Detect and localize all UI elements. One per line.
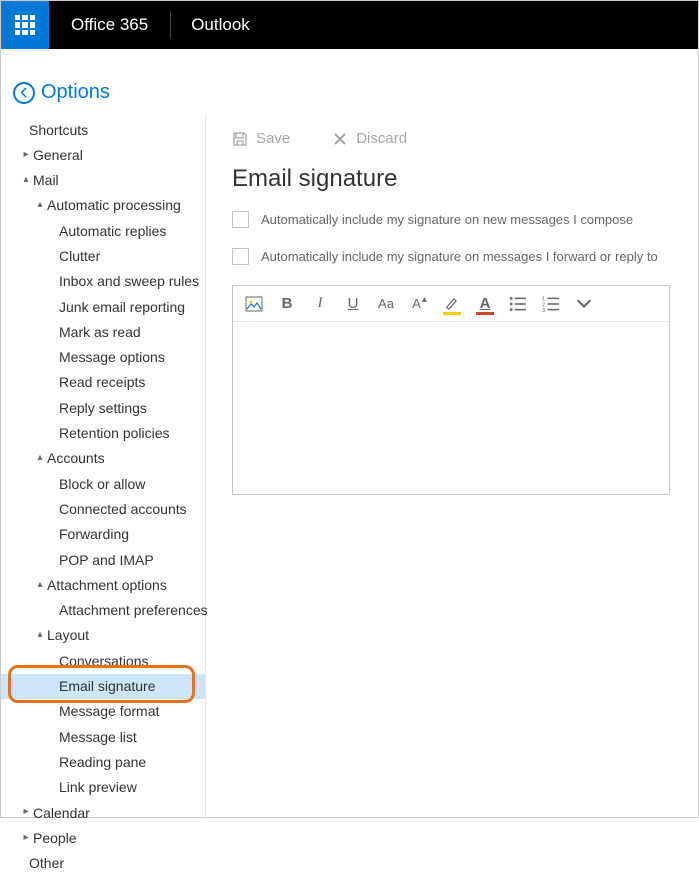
sidebar-item-read-receipts[interactable]: Read receipts bbox=[1, 370, 205, 395]
caret-down-icon: ▴ bbox=[35, 451, 45, 466]
sidebar-item-people[interactable]: ▸People bbox=[1, 825, 205, 850]
bulleted-list-button[interactable] bbox=[509, 295, 527, 313]
sidebar-item-conversations[interactable]: Conversations bbox=[1, 648, 205, 673]
save-icon bbox=[232, 131, 248, 147]
back-arrow-icon bbox=[13, 82, 35, 104]
signature-textarea[interactable] bbox=[233, 322, 669, 494]
sidebar-group-layout[interactable]: ▴Layout bbox=[1, 623, 205, 648]
brand-label[interactable]: Office 365 bbox=[49, 1, 170, 49]
italic-button[interactable]: I bbox=[311, 295, 329, 313]
case-button[interactable]: Aa bbox=[377, 295, 395, 313]
options-sidebar: Shortcuts ▸General ▴Mail ▴Automatic proc… bbox=[1, 114, 206, 820]
chevron-down-icon bbox=[575, 295, 593, 313]
sidebar-group-accounts[interactable]: ▴Accounts bbox=[1, 446, 205, 471]
caret-down-icon: ▴ bbox=[35, 198, 45, 213]
caret-right-icon: ▸ bbox=[21, 148, 31, 163]
options-back-link[interactable]: Options bbox=[1, 49, 698, 114]
insert-image-button[interactable] bbox=[245, 295, 263, 313]
checkbox-label-new: Automatically include my signature on ne… bbox=[261, 212, 633, 227]
sidebar-item-other[interactable]: Other bbox=[1, 851, 205, 876]
waffle-icon bbox=[15, 15, 35, 35]
sidebar-item-general[interactable]: ▸General bbox=[1, 142, 205, 167]
bullet-list-icon bbox=[509, 295, 527, 313]
sidebar-item-attachment-preferences[interactable]: Attachment preferences bbox=[1, 598, 205, 623]
caret-down-icon: ▴ bbox=[35, 628, 45, 643]
sidebar-item-mail[interactable]: ▴Mail bbox=[1, 168, 205, 193]
checkbox-include-new[interactable] bbox=[232, 211, 249, 228]
app-name-label[interactable]: Outlook bbox=[171, 15, 270, 35]
sidebar-item-inbox-sweep-rules[interactable]: Inbox and sweep rules bbox=[1, 269, 205, 294]
options-label: Options bbox=[41, 81, 110, 104]
signature-editor: B I U Aa A▴ A 123 bbox=[232, 285, 670, 495]
sidebar-item-reply-settings[interactable]: Reply settings bbox=[1, 395, 205, 420]
sidebar-item-forwarding[interactable]: Forwarding bbox=[1, 522, 205, 547]
caret-down-icon: ▴ bbox=[35, 578, 45, 593]
sidebar-item-mark-as-read[interactable]: Mark as read bbox=[1, 319, 205, 344]
sidebar-item-shortcuts[interactable]: Shortcuts bbox=[1, 117, 205, 142]
highlight-icon bbox=[444, 296, 460, 312]
editor-toolbar: B I U Aa A▴ A 123 bbox=[233, 286, 669, 322]
sidebar-item-message-format[interactable]: Message format bbox=[1, 699, 205, 724]
checkbox-include-forward[interactable] bbox=[232, 248, 249, 265]
highlight-button[interactable] bbox=[443, 295, 461, 313]
sidebar-group-automatic-processing[interactable]: ▴Automatic processing bbox=[1, 193, 205, 218]
caret-down-icon: ▴ bbox=[21, 173, 31, 188]
sidebar-item-email-signature[interactable]: Email signature bbox=[1, 674, 205, 699]
numbered-list-button[interactable]: 123 bbox=[542, 295, 560, 313]
app-launcher-button[interactable] bbox=[1, 1, 49, 49]
sidebar-item-message-list[interactable]: Message list bbox=[1, 724, 205, 749]
top-bar: Office 365 Outlook bbox=[1, 1, 698, 49]
sidebar-item-message-options[interactable]: Message options bbox=[1, 345, 205, 370]
content-pane: Save Discard Email signature Automatical… bbox=[206, 114, 698, 820]
bold-button[interactable]: B bbox=[278, 295, 296, 313]
page-title: Email signature bbox=[232, 165, 670, 211]
sidebar-item-calendar[interactable]: ▸Calendar bbox=[1, 800, 205, 825]
sidebar-item-block-allow[interactable]: Block or allow bbox=[1, 471, 205, 496]
svg-text:3: 3 bbox=[542, 307, 545, 312]
underline-button[interactable]: U bbox=[344, 295, 362, 313]
sidebar-item-retention-policies[interactable]: Retention policies bbox=[1, 421, 205, 446]
sidebar-item-connected-accounts[interactable]: Connected accounts bbox=[1, 496, 205, 521]
sidebar-item-junk-email[interactable]: Junk email reporting bbox=[1, 294, 205, 319]
sidebar-item-automatic-replies[interactable]: Automatic replies bbox=[1, 218, 205, 243]
more-formatting-button[interactable] bbox=[575, 295, 593, 313]
sidebar-item-reading-pane[interactable]: Reading pane bbox=[1, 749, 205, 774]
close-icon bbox=[332, 131, 348, 147]
sidebar-item-pop-imap[interactable]: POP and IMAP bbox=[1, 547, 205, 572]
sidebar-group-attachment-options[interactable]: ▴Attachment options bbox=[1, 572, 205, 597]
discard-button[interactable]: Discard bbox=[332, 130, 407, 147]
save-button[interactable]: Save bbox=[232, 130, 290, 147]
font-color-button[interactable]: A bbox=[476, 295, 494, 313]
caret-right-icon: ▸ bbox=[21, 831, 31, 846]
font-size-button[interactable]: A▴ bbox=[410, 295, 428, 313]
checkbox-label-forward: Automatically include my signature on me… bbox=[261, 249, 658, 264]
sidebar-item-clutter[interactable]: Clutter bbox=[1, 243, 205, 268]
image-icon bbox=[245, 295, 263, 313]
sidebar-item-link-preview[interactable]: Link preview bbox=[1, 775, 205, 800]
number-list-icon: 123 bbox=[542, 295, 560, 313]
